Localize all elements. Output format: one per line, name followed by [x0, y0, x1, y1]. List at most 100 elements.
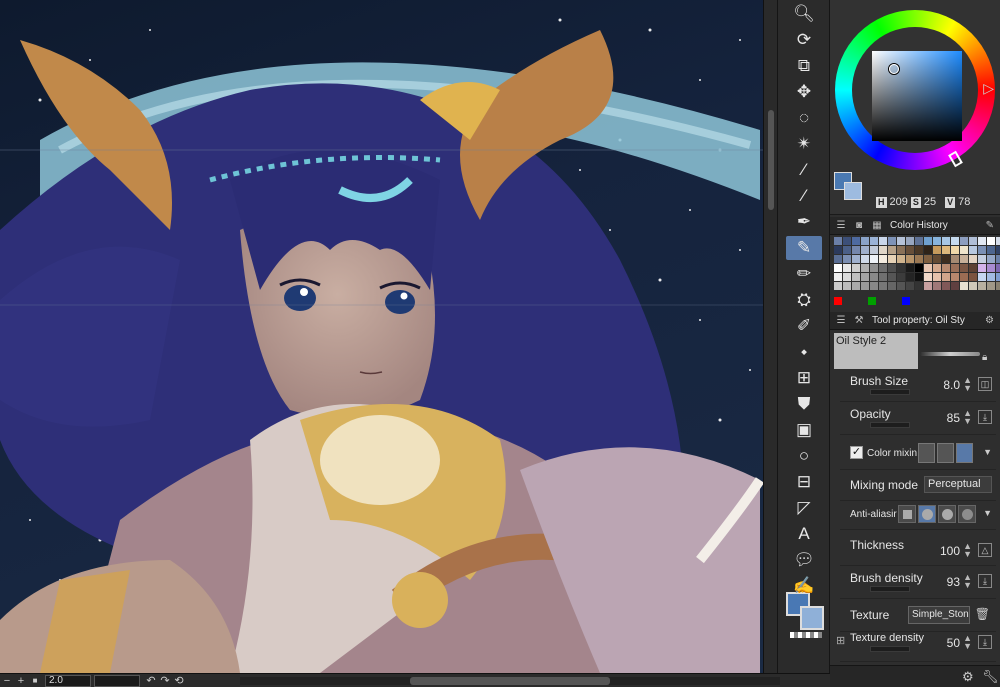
trash-icon[interactable]: 🗑︎ [975, 607, 990, 621]
history-swatch[interactable] [933, 246, 941, 254]
history-swatch[interactable] [996, 264, 1000, 272]
mix-mode-c-button[interactable] [956, 443, 973, 463]
history-swatch[interactable] [969, 246, 977, 254]
history-swatch[interactable] [987, 264, 995, 272]
history-swatch[interactable] [960, 255, 968, 263]
fit-button[interactable]: ■ [28, 675, 42, 687]
history-swatch[interactable] [951, 273, 959, 281]
history-swatch[interactable] [879, 264, 887, 272]
auto-select-tool[interactable]: ✴ [786, 132, 822, 156]
lasso-tool[interactable]: ◌ [786, 106, 822, 130]
lock-icon[interactable]: 🔒︎ [982, 352, 987, 363]
history-swatch[interactable] [915, 237, 923, 245]
history-swatch[interactable] [870, 237, 878, 245]
history-swatch[interactable] [933, 255, 941, 263]
history-swatch[interactable] [942, 237, 950, 245]
expand-icon[interactable]: ▼ [983, 508, 992, 518]
history-swatch[interactable] [906, 282, 914, 290]
history-swatch[interactable] [897, 273, 905, 281]
history-swatch[interactable] [924, 246, 932, 254]
spinner-icon[interactable]: ▲ ▼ [963, 542, 972, 559]
canvas-horizontal-scrollbar[interactable] [240, 677, 780, 685]
v-value[interactable]: 78 [958, 196, 970, 208]
saturation-value-square[interactable] [872, 51, 962, 141]
history-swatch[interactable] [897, 246, 905, 254]
tool-property-icon[interactable]: ⚒ [852, 315, 866, 326]
history-swatch[interactable] [834, 237, 842, 245]
history-swatch[interactable] [861, 282, 869, 290]
download-icon[interactable]: ⤓ [978, 410, 992, 424]
mix-mode-a-button[interactable] [918, 443, 935, 463]
history-swatch[interactable] [951, 237, 959, 245]
expand-plus-icon[interactable]: ⊞ [836, 634, 845, 647]
decoration-tool[interactable]: ✐ [786, 314, 822, 338]
history-swatch[interactable] [969, 255, 977, 263]
expand-icon[interactable]: ▼ [983, 447, 992, 457]
history-swatch[interactable] [861, 237, 869, 245]
history-swatch[interactable] [996, 246, 1000, 254]
history-swatch[interactable] [870, 246, 878, 254]
menu-icon[interactable]: ☰ [834, 315, 848, 326]
history-swatch[interactable] [852, 264, 860, 272]
fill-tool[interactable]: ⛊ [786, 392, 822, 416]
opacity-slider[interactable] [870, 422, 910, 428]
history-swatch[interactable] [870, 255, 878, 263]
history-swatch[interactable] [978, 282, 986, 290]
hscroll-thumb[interactable] [410, 677, 610, 685]
sv-cursor[interactable] [889, 64, 899, 74]
grid-tab-icon[interactable]: ▦ [870, 220, 884, 231]
scrollbar-thumb[interactable] [768, 110, 774, 210]
history-swatch[interactable] [879, 273, 887, 281]
spinner-icon[interactable]: ▲ ▼ [963, 634, 972, 651]
rotate-left-button[interactable]: ↶ [144, 675, 158, 687]
texture-density-slider[interactable] [870, 646, 910, 652]
pen-tool[interactable]: ✒ [786, 210, 822, 234]
eraser-tool[interactable]: ⬩ [786, 340, 822, 364]
history-swatch[interactable] [870, 264, 878, 272]
history-swatch[interactable] [960, 264, 968, 272]
mix-mode-b-button[interactable] [937, 443, 954, 463]
history-swatch[interactable] [897, 255, 905, 263]
history-swatch[interactable] [933, 282, 941, 290]
frame-tool[interactable]: ⊟ [786, 470, 822, 494]
zoom-tool[interactable]: 🔍︎ [786, 2, 822, 26]
text-tool[interactable]: A [786, 522, 822, 546]
history-swatch[interactable] [888, 264, 896, 272]
history-swatch[interactable] [924, 255, 932, 263]
history-swatch[interactable] [942, 282, 950, 290]
history-swatch[interactable] [987, 273, 995, 281]
history-swatch[interactable] [960, 273, 968, 281]
canvas-vertical-scrollbar[interactable] [763, 0, 777, 673]
history-swatch[interactable] [987, 255, 995, 263]
history-swatch[interactable] [879, 246, 887, 254]
history-swatch[interactable] [888, 273, 896, 281]
history-swatch[interactable] [843, 273, 851, 281]
opacity-value[interactable]: 85 [947, 411, 960, 425]
gradient-tool[interactable]: ▣ [786, 418, 822, 442]
aa-strong-button[interactable] [958, 505, 976, 523]
history-swatch[interactable] [987, 237, 995, 245]
registered-swatch[interactable] [868, 297, 876, 305]
history-swatch[interactable] [969, 273, 977, 281]
history-swatch[interactable] [924, 237, 932, 245]
history-swatch[interactable] [879, 282, 887, 290]
tab-color-history[interactable]: Color History [890, 220, 948, 231]
brush-density-slider[interactable] [870, 586, 910, 592]
history-swatch[interactable] [834, 255, 842, 263]
history-swatch[interactable] [888, 237, 896, 245]
history-swatch[interactable] [843, 246, 851, 254]
brush-size-value[interactable]: 8.0 [943, 378, 960, 392]
history-swatch[interactable] [906, 264, 914, 272]
history-swatch[interactable] [942, 255, 950, 263]
reset-rotation-button[interactable]: ⟲ [172, 675, 186, 687]
history-swatch[interactable] [987, 246, 995, 254]
history-swatch[interactable] [951, 282, 959, 290]
history-swatch[interactable] [870, 273, 878, 281]
brush-preset-name[interactable]: Oil Style 2 [834, 333, 918, 369]
registered-swatch[interactable] [834, 297, 842, 305]
figure-tool[interactable]: ○ [786, 444, 822, 468]
rotate-tool[interactable]: ⟳ [786, 28, 822, 52]
history-swatch[interactable] [996, 282, 1000, 290]
aa-medium-button[interactable] [938, 505, 956, 523]
history-swatch[interactable] [861, 273, 869, 281]
